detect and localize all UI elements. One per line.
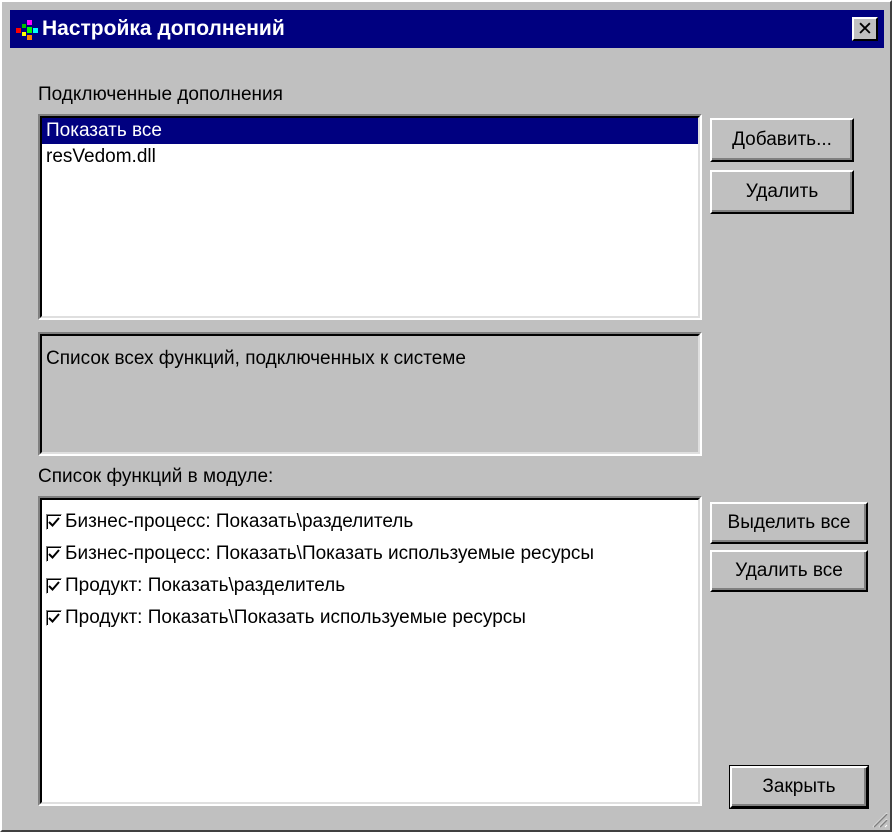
checkmark-icon (48, 549, 60, 559)
select-all-button[interactable]: Выделить все (710, 502, 868, 544)
add-button[interactable]: Добавить... (710, 118, 854, 162)
checkmark-icon (48, 581, 60, 591)
close-icon: ✕ (857, 18, 873, 40)
addons-settings-dialog: Настройка дополнений ✕ Подключенные допо… (0, 0, 892, 832)
function-label: Бизнес-процесс: Показать\Показать исполь… (65, 543, 595, 564)
checkmark-icon (48, 613, 60, 623)
function-label: Продукт: Показать\Показать используемые … (65, 607, 526, 628)
app-icon (16, 20, 38, 40)
function-checkbox[interactable] (46, 514, 62, 530)
title-bar[interactable]: Настройка дополнений ✕ (10, 10, 884, 48)
description-text: Список всех функций, подключенных к сист… (46, 348, 466, 369)
close-button[interactable]: Закрыть (729, 765, 869, 809)
function-checkbox[interactable] (46, 578, 62, 594)
function-label: Бизнес-процесс: Показать\разделитель (65, 511, 414, 532)
functions-listbox[interactable]: Бизнес-процесс: Показать\разделитель Бизн… (38, 496, 702, 806)
function-list-item[interactable]: Бизнес-процесс: Показать\Показать исполь… (42, 538, 698, 570)
description-box: Список всех функций, подключенных к сист… (38, 332, 702, 456)
function-checkbox[interactable] (46, 610, 62, 626)
function-checkbox[interactable] (46, 546, 62, 562)
function-list-item[interactable]: Бизнес-процесс: Показать\разделитель (42, 506, 698, 538)
plugin-list-item[interactable]: resVedom.dll (42, 144, 698, 170)
plugins-listbox[interactable]: Показать все resVedom.dll (38, 114, 702, 320)
checkmark-icon (48, 517, 60, 527)
functions-label: Список функций в модуле: (38, 466, 274, 487)
function-list-item[interactable]: Продукт: Показать\Показать используемые … (42, 602, 698, 634)
window-title: Настройка дополнений (42, 17, 285, 40)
remove-button[interactable]: Удалить (710, 170, 854, 214)
plugins-label: Подключенные дополнения (38, 84, 283, 105)
function-list-item[interactable]: Продукт: Показать\разделитель (42, 570, 698, 602)
remove-all-button[interactable]: Удалить все (710, 550, 868, 592)
plugin-list-item[interactable]: Показать все (42, 118, 698, 144)
function-label: Продукт: Показать\разделитель (65, 575, 346, 596)
resize-grip-icon[interactable] (870, 810, 888, 828)
close-window-button[interactable]: ✕ (852, 17, 878, 41)
